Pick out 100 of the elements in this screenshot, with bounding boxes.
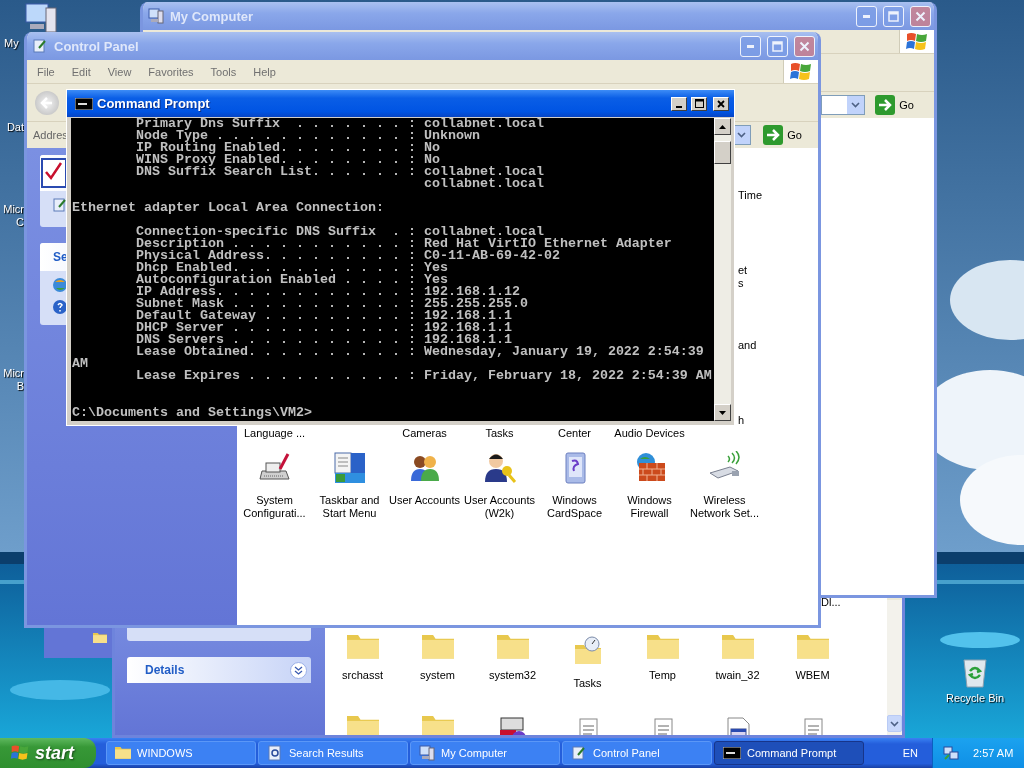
file-label[interactable]: Temp [649,669,676,682]
folder-icon [721,635,754,659]
item-label[interactable]: Time [738,189,818,202]
console-line: IP Address. . . . . . . . . . . . : 192.168.1.12 [135,286,520,298]
item-label[interactable]: User Accounts [389,494,460,507]
file-label[interactable]: WBEM [795,669,830,682]
item-label[interactable]: Language ... [243,427,306,440]
globe-icon[interactable] [52,277,68,293]
item-label[interactable]: et [738,264,818,277]
taskbar-button[interactable]: Command Prompt [714,741,864,765]
scroll-up-button[interactable] [714,118,731,135]
console-icon [75,97,93,110]
file-label[interactable]: system32 [488,669,537,682]
item-label[interactable]: Cameras [402,427,447,440]
arrow-icon [763,125,784,145]
computer-icon [148,8,164,24]
item-label[interactable]: Center [558,427,591,440]
go-button[interactable]: Go [871,94,918,116]
dropdown-button[interactable] [847,96,865,114]
language-indicator[interactable]: EN [902,747,918,759]
window-title: My Computer [170,8,255,24]
minimize-icon [863,14,870,18]
address-field[interactable] [821,95,866,115]
console-line: Physical Address. . . . . . . . . : C0-11-AB-69-42-02 [135,250,561,262]
control-panel-icon [32,38,48,54]
item-label[interactable]: Windows Firewall [627,494,672,520]
scrollbar[interactable] [887,600,902,735]
icon-label: Recycle Bin [946,692,1005,705]
console-line: Ethernet adapter Local Area Connection: [72,202,385,214]
taskbar-icon [332,451,367,485]
control-panel-icon[interactable] [52,197,68,213]
go-button[interactable]: Go [759,124,806,146]
details-panel[interactable]: Details [127,657,311,683]
menu-item[interactable]: Edit [71,65,91,78]
item-label[interactable]: h [738,414,818,427]
maximize-icon [694,99,704,108]
scroll-thumb[interactable] [714,141,731,164]
menu-item[interactable]: Tools [210,65,237,78]
console-line: Lease Obtained. . . . . . . . . . : Wednesday, January 19, 2022 2:54:39 [135,346,705,358]
item-label[interactable]: Taskbar and Start Menu [319,494,380,520]
clock: 2:57 AM [973,747,1014,759]
maximize-icon [772,40,783,52]
taskbar-button[interactable]: WINDOWS [106,741,256,765]
folder-icon [421,635,454,659]
folder-icon [346,635,379,659]
icon-label: Micr B [2,367,24,393]
close-icon [915,10,926,22]
maximize-button[interactable] [691,96,707,111]
item-label[interactable]: Wireless Network Set... [689,494,760,520]
item-label[interactable]: s [738,277,818,290]
item-label[interactable]: User Accounts (W2k) [464,494,535,520]
file-label[interactable]: system [420,669,455,682]
console-line: Node Type . . . . . . . . . . . . : Unknown [135,130,481,142]
start-button[interactable]: start [0,738,96,768]
folder-icon [115,747,131,759]
item-label[interactable]: and [738,339,818,352]
caret-icon [737,132,747,138]
network-icon[interactable] [943,745,959,761]
item-label[interactable]: Windows CardSpace [546,494,602,520]
file-label: Dl... [821,596,842,609]
checklist-icon [41,158,69,188]
console-line: DNS Servers . . . . . . . . . . . : 192.168.1.1 [135,334,512,346]
caret-icon [719,410,726,415]
item-label[interactable]: Tasks [485,427,514,440]
search-icon [267,745,283,761]
close-button[interactable] [713,96,729,111]
console-line: AM [72,358,89,370]
item-label[interactable]: System Configurati... [243,494,306,520]
help-icon[interactable] [52,299,68,315]
console-line: Description . . . . . . . . . . . : Red Hat VirtIO Ethernet Adapter [135,238,673,250]
minimize-button[interactable] [671,96,687,111]
menu-item[interactable]: View [107,65,132,78]
minimize-icon [676,105,682,108]
taskbar-button[interactable]: Search Results [258,741,408,765]
console-line: C:\Documents and Settings\VM2> [72,407,313,419]
console-line: Dhcp Enabled. . . . . . . . . . . : Yes [135,262,449,274]
computer-icon[interactable] [24,2,58,34]
file-label[interactable]: twain_32 [715,669,760,682]
caret-icon [890,720,899,727]
chevron-icon [294,665,303,675]
menu-item[interactable]: File [37,65,55,78]
console-icon [723,747,741,759]
icon-label: Micr C [2,203,24,229]
menu-item[interactable]: Favorites [148,65,194,78]
minimize-icon [747,44,754,48]
expand-button[interactable] [290,661,307,679]
folder-icon [93,632,107,643]
control-panel-icon [571,745,587,761]
scrollbar[interactable] [714,118,731,421]
folder-icon [421,716,454,735]
item-label[interactable]: Audio Devices [614,427,685,440]
file-label[interactable]: Tasks [573,677,602,690]
address-label: Addres [33,129,68,141]
taskbar-button[interactable]: Control Panel [562,741,712,765]
console-line: DNS Suffix Search List. . . . . . : collabnet.local [135,166,545,178]
menu-item[interactable]: Help [253,65,276,78]
icon-label: Dat [5,121,24,134]
folder-icon [496,635,529,659]
file-label[interactable]: srchasst [342,669,383,682]
taskbar-button[interactable]: My Computer [410,741,560,765]
